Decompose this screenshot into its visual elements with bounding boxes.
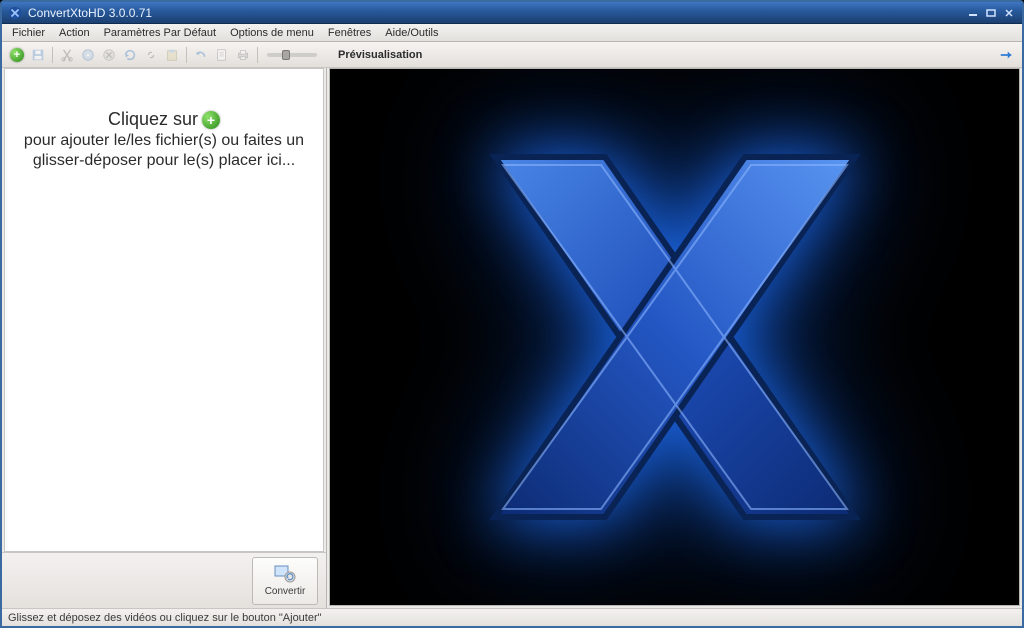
preview-label: Prévisualisation: [336, 49, 422, 61]
close-button[interactable]: [1002, 7, 1016, 19]
save-icon[interactable]: [29, 46, 47, 64]
drop-hint-pre: Cliquez sur: [108, 109, 198, 130]
fullscreen-icon[interactable]: [998, 47, 1014, 63]
app-window: ConvertXtoHD 3.0.0.71 Fichier Action Par…: [0, 0, 1024, 628]
print-icon[interactable]: [234, 46, 252, 64]
paste-icon[interactable]: [163, 46, 181, 64]
menu-parametres[interactable]: Paramètres Par Défaut: [98, 25, 223, 41]
minimize-button[interactable]: [966, 7, 980, 19]
disc-icon[interactable]: [79, 46, 97, 64]
x-logo: [455, 117, 895, 557]
cut-icon[interactable]: [58, 46, 76, 64]
menu-aide[interactable]: Aide/Outils: [379, 25, 444, 41]
menu-fenetres[interactable]: Fenêtres: [322, 25, 377, 41]
maximize-button[interactable]: [984, 7, 998, 19]
statusbar: Glissez et déposez des vidéos ou cliquez…: [2, 608, 1022, 626]
menubar: Fichier Action Paramètres Par Défaut Opt…: [2, 24, 1022, 42]
slider-thumb[interactable]: [282, 50, 290, 60]
delete-icon[interactable]: [100, 46, 118, 64]
zoom-slider[interactable]: [267, 53, 317, 57]
app-icon: [8, 6, 22, 20]
toolbar-separator: [257, 47, 258, 63]
menu-options[interactable]: Options de menu: [224, 25, 320, 41]
menu-fichier[interactable]: Fichier: [6, 25, 51, 41]
preview-canvas[interactable]: [329, 68, 1020, 606]
drop-hint-line2: pour ajouter le/les fichier(s) ou faites…: [17, 132, 311, 150]
add-icon[interactable]: +: [8, 46, 26, 64]
drop-hint-line3: glisser-déposer pour le(s) placer ici...: [17, 152, 311, 170]
main-area: Cliquez sur + pour ajouter le/les fichie…: [2, 68, 1022, 608]
preview-header: Prévisualisation: [336, 47, 1016, 63]
undo-icon[interactable]: [192, 46, 210, 64]
toolbar-separator: [186, 47, 187, 63]
toolbar-left: +: [8, 46, 321, 64]
refresh-icon[interactable]: [121, 46, 139, 64]
plus-icon: +: [202, 111, 220, 129]
link-icon[interactable]: [142, 46, 160, 64]
file-drop-area[interactable]: Cliquez sur + pour ajouter le/les fichie…: [4, 68, 324, 552]
convert-button-label: Convertir: [265, 586, 306, 597]
window-controls: [966, 7, 1016, 19]
toolbar: +: [2, 42, 1022, 68]
menu-action[interactable]: Action: [53, 25, 96, 41]
preview-pane: [329, 68, 1020, 606]
convert-icon: [274, 565, 296, 583]
drop-hint-line1: Cliquez sur +: [108, 109, 220, 130]
toolbar-separator: [52, 47, 53, 63]
convert-row: Convertir: [2, 552, 326, 608]
window-title: ConvertXtoHD 3.0.0.71: [28, 6, 966, 20]
left-pane: Cliquez sur + pour ajouter le/les fichie…: [2, 68, 327, 608]
status-text: Glissez et déposez des vidéos ou cliquez…: [8, 612, 322, 624]
page-icon[interactable]: [213, 46, 231, 64]
titlebar[interactable]: ConvertXtoHD 3.0.0.71: [2, 2, 1022, 24]
convert-button[interactable]: Convertir: [252, 557, 318, 605]
